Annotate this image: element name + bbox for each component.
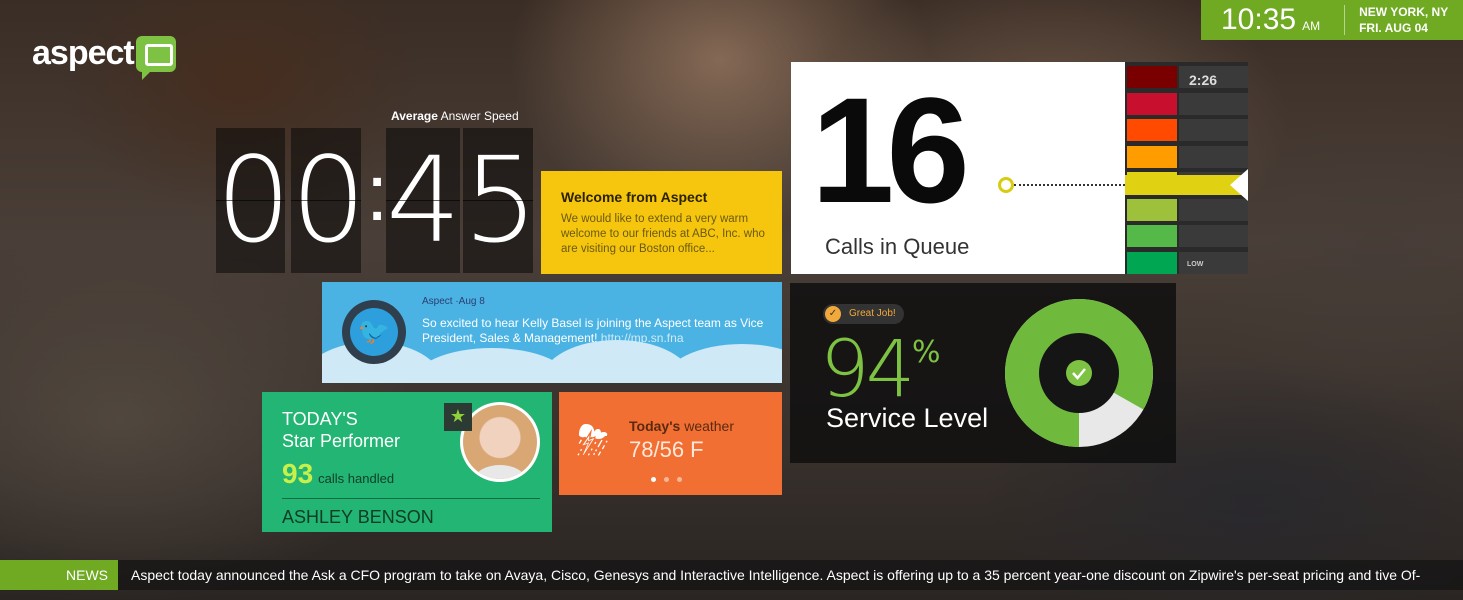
queue-count: 16 bbox=[811, 66, 970, 234]
tweet-tile: 🐦 Aspect ·Aug 8 So excited to hear Kelly… bbox=[322, 282, 782, 383]
scale-segment bbox=[1127, 251, 1177, 274]
speech-bubble-icon bbox=[135, 35, 176, 80]
scale-bar bbox=[1179, 92, 1248, 115]
check-icon bbox=[1066, 360, 1092, 386]
clock-divider bbox=[1344, 5, 1346, 35]
scale-segment bbox=[1127, 225, 1177, 247]
answer-speed-label-rest: Answer Speed bbox=[437, 109, 519, 123]
tweet-meta: Aspect ·Aug 8 bbox=[422, 296, 485, 307]
pager-dot[interactable] bbox=[677, 477, 682, 482]
scale-segment bbox=[1127, 66, 1177, 88]
cloud-decoration bbox=[662, 344, 782, 383]
queue-label: Calls in Queue bbox=[825, 234, 970, 259]
news-tag: NEWS bbox=[0, 560, 118, 590]
queue-pointer-line bbox=[1014, 184, 1125, 186]
scale-bar bbox=[1179, 145, 1248, 168]
welcome-tile: Welcome from Aspect We would like to ext… bbox=[541, 171, 782, 274]
clock-date: FRI. AUG 04 bbox=[1359, 21, 1428, 35]
scale-time: 2:26 bbox=[1189, 72, 1218, 88]
speed-digit: 5 bbox=[463, 128, 538, 273]
thumbs-up-icon: ✓ bbox=[825, 306, 841, 322]
clock-time: 10:35 bbox=[1221, 3, 1297, 36]
news-text: Aspect today announced the Ask a CFO pro… bbox=[131, 567, 1421, 583]
twitter-badge: 🐦 bbox=[342, 300, 406, 364]
star-calls-label: calls handled bbox=[318, 471, 395, 486]
scale-segment bbox=[1127, 145, 1177, 168]
queue-pointer-icon bbox=[998, 177, 1014, 193]
star-performer-tile: TODAY'S Star Performer 93 calls handled … bbox=[262, 392, 552, 532]
calls-queue-tile: 16 Calls in Queue bbox=[791, 62, 1125, 274]
service-level-tile: ✓ Great Job! 94 % Service Level bbox=[790, 283, 1176, 463]
pager-dot[interactable] bbox=[651, 477, 656, 482]
weather-temperature: 78/56 F bbox=[629, 437, 704, 462]
clock-location-date: NEW YORK, NY FRI. AUG 04 bbox=[1359, 4, 1448, 36]
speed-digit: 0 bbox=[291, 128, 366, 273]
scale-arrow-icon bbox=[1230, 169, 1248, 201]
weather-title: Today's weather bbox=[629, 418, 734, 434]
service-level-percent: 94 bbox=[820, 325, 915, 415]
clock-location: NEW YORK, NY bbox=[1359, 5, 1449, 19]
service-level-donut bbox=[1005, 299, 1153, 447]
scale-bar bbox=[1179, 225, 1248, 247]
star-calls-count: 93 bbox=[282, 458, 314, 489]
answer-speed-label-bold: Average bbox=[391, 109, 438, 123]
scale-bar bbox=[1179, 119, 1248, 141]
welcome-body: We would like to extend a very warm welc… bbox=[561, 213, 765, 255]
speed-digit: 0 bbox=[216, 128, 291, 273]
sun-cloud-storm-icon: ⛈ bbox=[577, 418, 609, 464]
scale-segment bbox=[1127, 198, 1177, 221]
scale-segment bbox=[1127, 92, 1177, 115]
pager-dot[interactable] bbox=[664, 477, 669, 482]
clock-widget: 10:35 AM NEW YORK, NY FRI. AUG 04 bbox=[1201, 0, 1463, 40]
clock-ampm: AM bbox=[1302, 19, 1321, 33]
aspect-logo: aspect bbox=[32, 34, 176, 80]
speed-digit: 4 bbox=[386, 128, 461, 273]
scale-segment bbox=[1127, 119, 1177, 141]
star-divider bbox=[282, 498, 540, 499]
weather-title-rest: weather bbox=[680, 418, 735, 434]
badge-label: Great Job! bbox=[849, 308, 896, 319]
logo-text: aspect bbox=[32, 34, 135, 72]
speed-separator: : bbox=[366, 148, 389, 237]
weather-pager bbox=[651, 477, 682, 482]
avatar-photo bbox=[463, 405, 537, 479]
queue-scale: 2:26 LOW bbox=[1125, 62, 1248, 274]
star-performer-name: ASHLEY BENSON bbox=[282, 507, 434, 527]
welcome-title: Welcome from Aspect bbox=[561, 189, 708, 205]
tweet-link[interactable]: http://mp.sn.fna bbox=[601, 331, 684, 345]
twitter-bird-icon: 🐦 bbox=[350, 308, 398, 356]
weather-title-bold: Today's bbox=[629, 418, 681, 434]
scale-low-label: LOW bbox=[1187, 261, 1204, 268]
scale-bar bbox=[1179, 198, 1248, 221]
service-level-label: Service Level bbox=[826, 403, 989, 433]
great-job-badge: ✓ Great Job! bbox=[823, 304, 904, 324]
weather-tile: ⛈ Today's weather 78/56 F bbox=[559, 392, 782, 495]
answer-speed-label: Average Answer Speed bbox=[391, 109, 519, 123]
percent-sign: % bbox=[912, 335, 941, 370]
star-icon: ★ bbox=[444, 403, 472, 431]
tweet-body: So excited to hear Kelly Basel is joinin… bbox=[422, 316, 764, 345]
avatar bbox=[460, 402, 540, 482]
news-ticker: NEWS Aspect today announced the Ask a CF… bbox=[0, 560, 1463, 590]
tweet-text: So excited to hear Kelly Basel is joinin… bbox=[422, 316, 772, 346]
